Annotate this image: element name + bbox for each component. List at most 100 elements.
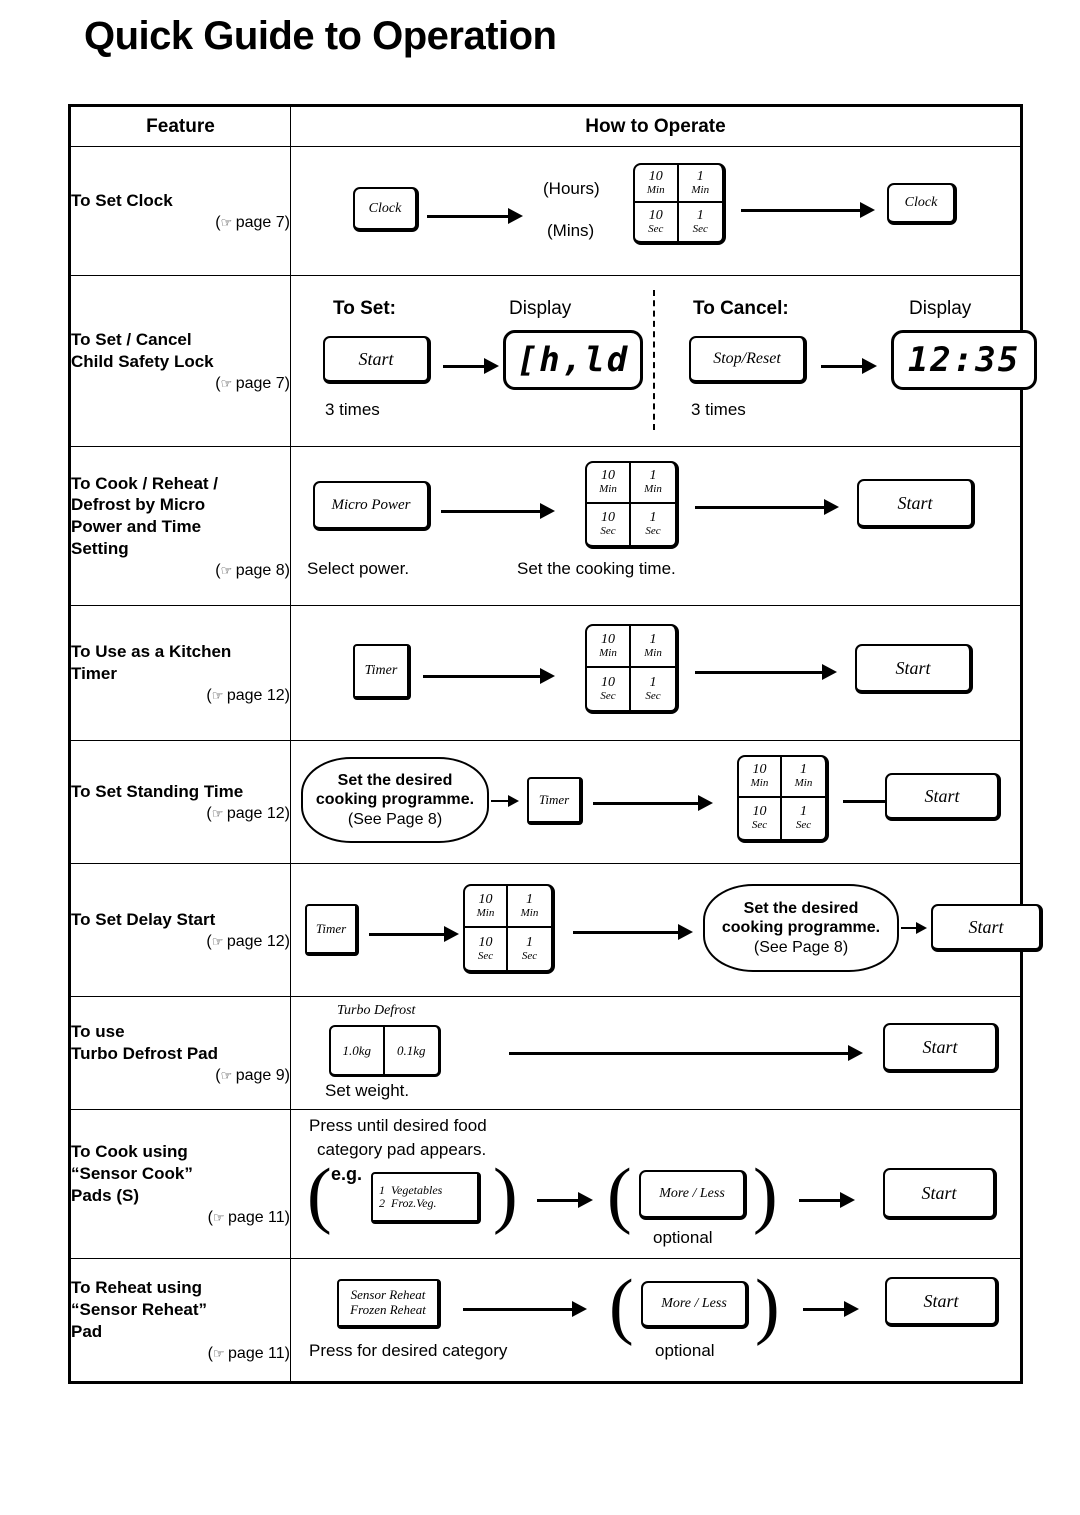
feature-page-ref: (☞ page 12) xyxy=(206,686,290,704)
arrow-6 xyxy=(695,499,839,515)
arrow-12 xyxy=(369,926,459,942)
ops-cell-delay-start: Timer 10 Min 1 Min 10 Sec 1 Sec Set the … xyxy=(290,863,1043,997)
time-keypad-3[interactable]: 10 Min 1 Min 10 Sec 1 Sec xyxy=(585,624,679,714)
pointing-hand-icon: ☞ xyxy=(212,1345,225,1361)
key-1-sec[interactable]: 1 Sec xyxy=(631,504,675,545)
key-10-min[interactable]: 10 Min xyxy=(635,165,679,203)
pointing-hand-icon: ☞ xyxy=(211,805,224,821)
feature-page-ref: (☞ page 11) xyxy=(207,1208,290,1226)
key-10-sec[interactable]: 10 Sec xyxy=(739,798,782,839)
start-button[interactable]: Start xyxy=(855,644,973,694)
arrow-17 xyxy=(799,1192,855,1208)
hours-label: (Hours) xyxy=(543,179,600,198)
programme-bubble[interactable]: Set the desired cooking programme. (See … xyxy=(301,757,489,843)
stop-reset-button[interactable]: Stop/Reset xyxy=(689,336,807,384)
feature-title: To Use as a Kitchen Timer xyxy=(71,642,232,683)
arrow-7 xyxy=(423,668,555,684)
clock-button-1[interactable]: Clock xyxy=(353,187,419,232)
start-button[interactable]: Start xyxy=(883,1023,999,1073)
clock-button-2[interactable]: Clock xyxy=(887,183,957,225)
key-1-sec[interactable]: 1 Sec xyxy=(782,798,825,839)
display-child: [h,ld xyxy=(503,330,643,390)
feature-cell-micro-power: To Cook / Reheat / Defrost by Micro Powe… xyxy=(70,446,291,606)
time-keypad-5[interactable]: 10 Min 1 Min 10 Sec 1 Sec xyxy=(463,884,555,974)
food-category-pad[interactable]: 1 Vegetables 2 Froz.Veg. xyxy=(371,1172,481,1224)
sensor-reheat-pad[interactable]: Sensor Reheat Frozen Reheat xyxy=(337,1279,441,1329)
more-less-button[interactable]: More / Less xyxy=(641,1281,749,1329)
set-time-caption: Set the cooking time. xyxy=(517,559,676,578)
more-less-button[interactable]: More / Less xyxy=(639,1170,747,1220)
to-cancel-label: To Cancel: xyxy=(693,298,789,319)
arrow-10 xyxy=(593,795,713,811)
times-right-label: 3 times xyxy=(691,400,746,419)
start-button[interactable]: Start xyxy=(885,773,1001,821)
feature-page-ref: (☞ page 7) xyxy=(215,374,290,392)
feature-title: To Set Clock xyxy=(71,191,173,211)
time-keypad-4[interactable]: 10 Min 1 Min 10 Sec 1 Sec xyxy=(737,755,829,843)
timer-button[interactable]: Timer xyxy=(527,777,583,825)
ops-cell-standing-time: Set the desired cooking programme. (See … xyxy=(290,740,1021,864)
table-row: To use Turbo Defrost Pad (☞ page 9) Turb… xyxy=(70,996,1021,1110)
mins-label: (Mins) xyxy=(547,221,595,240)
feature-page-ref: (☞ page 12) xyxy=(206,932,290,950)
quick-guide-table: Feature How to Operate To Set Clock (☞ p… xyxy=(68,104,1043,1384)
start-button[interactable]: Start xyxy=(931,904,1043,952)
feature-cell-kitchen-timer: To Use as a Kitchen Timer (☞ page 12) xyxy=(70,605,291,741)
start-button-set[interactable]: Start xyxy=(323,336,431,384)
arrow-4 xyxy=(821,358,877,374)
key-1-min[interactable]: 1 Min xyxy=(508,886,551,928)
feature-page-ref: (☞ page 8) xyxy=(215,561,290,579)
timer-button[interactable]: Timer xyxy=(353,644,411,700)
ops-cell-turbo-defrost: Turbo Defrost 1.0kg 0.1kg Start Set weig… xyxy=(290,996,1021,1110)
feature-title: To Set / Cancel Child Safety Lock xyxy=(71,330,214,371)
display-label-right: Display xyxy=(909,298,972,319)
key-10-sec[interactable]: 10 Sec xyxy=(635,203,679,241)
key-1-sec[interactable]: 1 Sec xyxy=(508,928,551,970)
turbo-defrost-pad[interactable]: 1.0kg 0.1kg xyxy=(329,1025,441,1077)
table-row: To Cook using “Sensor Cook” Pads (S) (☞ … xyxy=(70,1109,1021,1259)
ops-cell-kitchen-timer: Timer 10 Min 1 Min 10 Sec 1 Sec Start xyxy=(290,605,1021,741)
start-button[interactable]: Start xyxy=(885,1277,999,1327)
pointing-hand-icon: ☞ xyxy=(211,687,224,703)
key-10-sec[interactable]: 10 Sec xyxy=(465,928,508,970)
open-paren-3: ( xyxy=(609,1265,634,1347)
start-button[interactable]: Start xyxy=(857,479,975,529)
pointing-hand-icon: ☞ xyxy=(220,214,233,230)
timer-button[interactable]: Timer xyxy=(305,904,359,956)
key-0-1-kg[interactable]: 0.1kg xyxy=(385,1027,439,1074)
micro-power-button[interactable]: Micro Power xyxy=(313,481,431,531)
table-row: To Set / Cancel Child Safety Lock (☞ pag… xyxy=(70,275,1037,447)
key-10-sec[interactable]: 10 Sec xyxy=(587,668,631,710)
key-1-min[interactable]: 1 Min xyxy=(631,463,675,504)
key-1-min[interactable]: 1 Min xyxy=(782,757,825,798)
open-paren-1: ( xyxy=(307,1154,332,1236)
manual-page: Quick Guide to Operation Feature How to … xyxy=(0,0,1080,1515)
select-power-caption: Select power. xyxy=(307,559,410,578)
key-1-0-kg[interactable]: 1.0kg xyxy=(331,1027,385,1074)
press-category-caption: Press for desired category xyxy=(309,1341,508,1360)
key-10-min[interactable]: 10 Min xyxy=(739,757,782,798)
key-10-min[interactable]: 10 Min xyxy=(587,626,631,668)
key-1-sec[interactable]: 1 Sec xyxy=(631,668,675,710)
key-10-min[interactable]: 10 Min xyxy=(465,886,508,928)
programme-bubble[interactable]: Set the desired cooking programme. (See … xyxy=(703,884,899,972)
key-1-sec[interactable]: 1 Sec xyxy=(679,203,723,241)
time-keypad-1[interactable]: 10 Min 1 Min 10 Sec 1 Sec xyxy=(633,163,726,245)
turbo-defrost-pad-title: Turbo Defrost xyxy=(337,1003,416,1018)
feature-page-ref: (☞ page 7) xyxy=(215,213,290,231)
arrow-16 xyxy=(537,1192,593,1208)
feature-title: To Cook / Reheat / Defrost by Micro Powe… xyxy=(71,473,219,558)
time-keypad-2[interactable]: 10 Min 1 Min 10 Sec 1 Sec xyxy=(585,461,679,549)
arrow-15 xyxy=(509,1045,863,1061)
key-10-min[interactable]: 10 Min xyxy=(587,463,631,504)
pointing-hand-icon: ☞ xyxy=(212,1209,225,1225)
start-button[interactable]: Start xyxy=(883,1168,997,1220)
open-paren-2: ( xyxy=(607,1154,632,1236)
eg-label: e.g. xyxy=(331,1164,363,1184)
key-10-sec[interactable]: 10 Sec xyxy=(587,504,631,545)
pointing-hand-icon: ☞ xyxy=(220,1067,233,1083)
key-1-min[interactable]: 1 Min xyxy=(631,626,675,668)
key-1-min[interactable]: 1 Min xyxy=(678,165,722,203)
feature-title: To Set Delay Start xyxy=(71,910,216,930)
table-header-row: Feature How to Operate xyxy=(70,106,1021,147)
